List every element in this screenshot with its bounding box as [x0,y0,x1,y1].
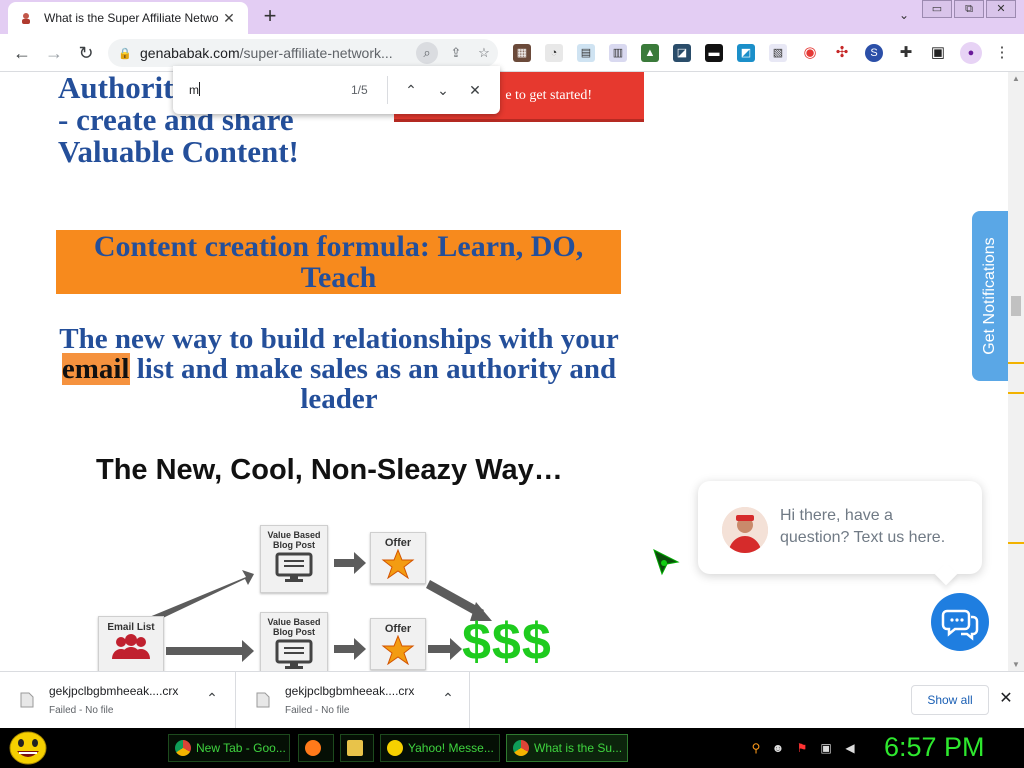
flag-tray-icon[interactable]: ⚑ [794,740,810,756]
page-content: Authorit - create and share Valuable Con… [0,72,1008,671]
extension-icon-11[interactable]: ✣ [833,44,851,62]
extension-icon-4[interactable]: ▥ [609,44,627,62]
extension-icon-9[interactable]: ▧ [769,44,787,62]
file-icon [256,692,270,708]
chat-launcher-button[interactable] [931,593,989,651]
url-text[interactable]: genababak.com/super-affiliate-network... [140,45,416,61]
address-bar[interactable]: 🔒 genababak.com/super-affiliate-network.… [108,39,498,67]
share-icon[interactable]: ⇪ [442,45,470,61]
search-tray-icon[interactable]: ⚲ [748,740,764,756]
restore-button[interactable]: ⧉ [954,0,984,18]
reload-icon[interactable]: ↻ [74,41,98,65]
monitor-icon [275,552,313,582]
extensions-puzzle-icon[interactable]: ✚ [897,44,915,62]
scroll-down-arrow-icon[interactable]: ▼ [1012,660,1020,669]
extension-icon-8[interactable]: ◩ [737,44,755,62]
find-bar: m 1/5 ⌃ ⌄ ✕ [173,66,500,114]
funnel-diagram: Email List Value Based Blog Post Value B… [96,522,576,671]
extension-icon-2[interactable]: ◔ [545,44,563,62]
tab-strip: What is the Super Affiliate Netwo ✕ + ⌄ … [0,0,1024,34]
page-scrollbar[interactable]: ▲ ▼ [1008,72,1024,671]
find-close-icon[interactable]: ✕ [463,78,487,102]
bookmark-star-icon[interactable]: ☆ [470,45,498,61]
scroll-up-arrow-icon[interactable]: ▲ [1012,74,1020,83]
show-all-button[interactable]: Show all [911,685,989,715]
site-favicon-icon [18,10,34,26]
chrome-icon [513,740,529,756]
profile-avatar-icon[interactable]: ● [960,42,982,64]
chat-greeting-bubble[interactable]: Hi there, have a question? Text us here. [698,481,982,586]
close-tab-icon[interactable]: ✕ [220,10,238,27]
taskbar-button[interactable]: Yahoo! Messe... [380,734,500,762]
monitor-icon [275,639,313,669]
star-icon [381,548,415,580]
chrome-icon [175,740,191,756]
find-next-chevron-down-icon[interactable]: ⌄ [431,78,455,102]
find-match-count: 1/5 [351,83,368,97]
tab-title: What is the Super Affiliate Netwo [44,11,219,25]
file-icon [20,692,34,708]
browser-menu-icon[interactable]: ⋮ [993,44,1011,62]
scrollbar-thumb[interactable] [1011,296,1021,316]
chat-bubbles-icon [941,609,979,641]
offer-card-2: Offer [370,618,426,670]
lock-icon[interactable]: 🔒 [118,47,132,60]
email-list-card: Email List [98,616,164,671]
money-symbol: $$$ [462,613,552,671]
close-window-button[interactable]: ✕ [986,0,1016,18]
non-sleazy-way-heading: The New, Cool, Non-Sleazy Way… [96,454,563,486]
tab-search-chevron-icon[interactable]: ⌄ [894,8,914,26]
extension-icon-3[interactable]: ▤ [577,44,595,62]
extension-icon-1[interactable]: ▦ [513,44,531,62]
yahoo-messenger-icon [387,740,403,756]
find-input[interactable]: m [189,83,199,97]
folder-icon [347,740,363,756]
taskbar-button-active[interactable]: What is the Su... [506,734,628,762]
people-icon [112,634,150,659]
window-controls: ▭ ⧉ ✕ [920,0,1016,18]
os-taskbar: New Tab - Goo... Yahoo! Messe... What is… [0,728,1024,768]
blog-post-card-2: Value Based Blog Post [260,612,328,671]
taskbar-button[interactable]: New Tab - Goo... [168,734,290,762]
chevron-up-icon[interactable]: ⌃ [438,690,458,707]
chevron-up-icon[interactable]: ⌃ [202,690,222,707]
forward-arrow-icon[interactable]: → [42,41,66,65]
close-shelf-icon[interactable]: ✕ [996,688,1016,708]
network-tray-icon[interactable]: ▣ [818,740,834,756]
offer-card-1: Offer [370,532,426,584]
back-arrow-icon[interactable]: ← [10,41,34,65]
download-item[interactable]: gekjpclbgbmheeak....crx Failed - No file… [0,672,236,729]
taskbar-clock: 6:57 PM [884,732,985,762]
find-previous-chevron-up-icon[interactable]: ⌃ [399,78,423,102]
new-tab-button[interactable]: + [258,5,282,29]
taskbar-button[interactable] [340,734,374,762]
get-notifications-tab[interactable]: Get Notifications [972,211,1008,381]
tab-current[interactable]: What is the Super Affiliate Netwo ✕ [8,2,248,34]
chat-greeting-text: Hi there, have a question? Text us here. [780,507,946,546]
taskbar-button[interactable] [298,734,334,762]
extension-icon-5[interactable]: ▲ [641,44,659,62]
extension-icon-7[interactable]: ▬ [705,44,723,62]
minimize-button[interactable]: ▭ [922,0,952,18]
side-panel-icon[interactable]: ▣ [929,44,947,62]
extension-icon-6[interactable]: ◪ [673,44,691,62]
star-icon [381,634,415,666]
relationship-heading: The new way to build relationships with … [59,323,619,415]
start-smiley-icon[interactable] [8,730,48,766]
content-formula-banner: Content creation formula: Learn, DO, Tea… [56,230,621,294]
messenger-tray-icon[interactable]: ☻ [770,740,786,756]
find-in-page-icon[interactable]: ⌕ [416,42,438,64]
download-shelf: gekjpclbgbmheeak....crx Failed - No file… [0,671,1024,729]
mouse-cursor-icon [653,549,680,576]
extension-icon-10[interactable]: ◉ [801,44,819,62]
download-item[interactable]: gekjpclbgbmheeak....crx Failed - No file… [236,672,470,729]
extension-icon-12[interactable]: S [865,44,883,62]
browser-toolbar: ← → ↻ 🔒 genababak.com/super-affiliate-ne… [0,34,1024,72]
agent-avatar [722,507,768,553]
blog-post-card-1: Value Based Blog Post [260,525,328,593]
find-match-highlight: email [61,353,130,385]
firefox-icon [305,740,321,756]
volume-tray-icon[interactable]: ◀ [842,740,858,756]
